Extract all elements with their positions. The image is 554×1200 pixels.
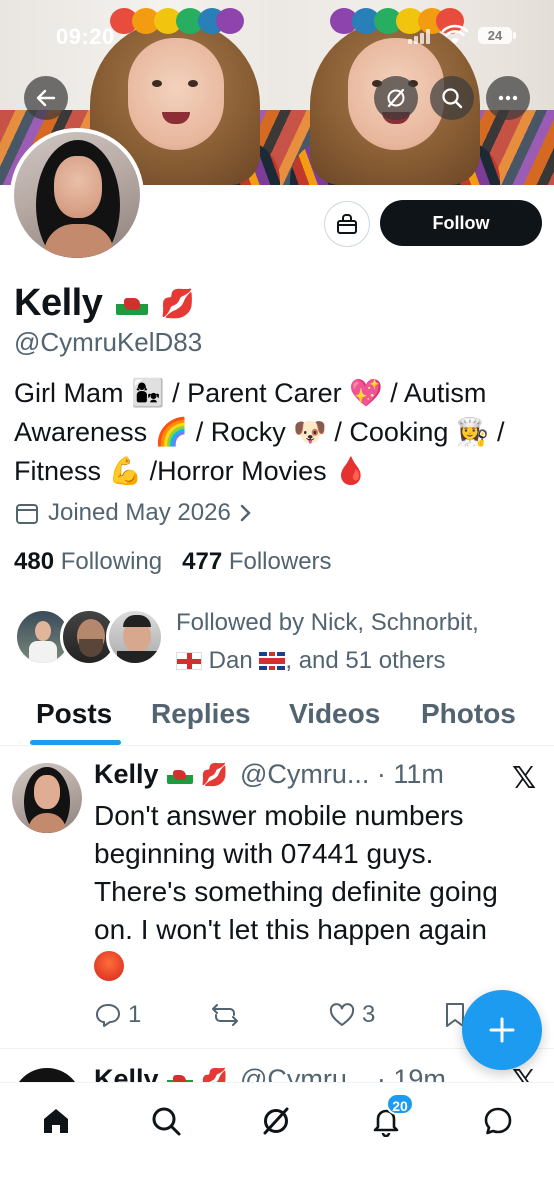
uk-flag-icon bbox=[259, 652, 286, 670]
status-time: 09:20 bbox=[56, 24, 115, 49]
nav-search[interactable] bbox=[144, 1099, 188, 1143]
status-bar: 09:20 24 bbox=[0, 0, 554, 72]
profile-avatar[interactable] bbox=[10, 128, 144, 262]
battery-icon: 24 bbox=[478, 27, 516, 44]
compose-post-button[interactable] bbox=[462, 990, 542, 1070]
search-icon bbox=[152, 1107, 181, 1136]
home-icon bbox=[44, 1109, 68, 1133]
nav-grok[interactable] bbox=[254, 1099, 298, 1143]
followed-by-text: Followed by Nick, Schnorbit, Dan , and 5… bbox=[176, 604, 546, 680]
profile-name: Kelly 💋 bbox=[14, 282, 195, 325]
kiss-icon: 💋 bbox=[160, 288, 195, 319]
calendar-icon bbox=[16, 504, 38, 524]
following-count: 480 bbox=[14, 548, 55, 575]
followers-count: 477 bbox=[182, 548, 223, 575]
bio-line: Fitness 💪 /Horror Movies 🩸 bbox=[14, 456, 368, 486]
tab-photos[interactable]: Photos bbox=[421, 698, 516, 730]
nav-notifications[interactable]: 20 bbox=[364, 1093, 414, 1143]
gift-icon bbox=[337, 214, 357, 234]
more-options-button[interactable] bbox=[486, 76, 530, 120]
wales-flag-icon bbox=[166, 1070, 193, 1082]
like-count: 3 bbox=[362, 1001, 376, 1028]
tweet-avatar[interactable] bbox=[12, 763, 82, 833]
followed-by[interactable]: Followed by Nick, Schnorbit, Dan , and 5… bbox=[14, 604, 544, 676]
grok-button[interactable] bbox=[374, 76, 418, 120]
repost-button[interactable] bbox=[210, 1001, 240, 1029]
bio-line: Awareness 🌈 / Rocky 🐶 / Cooking 👩‍🍳 / bbox=[14, 417, 505, 447]
chevron-right-icon bbox=[240, 504, 251, 522]
followed-by-line1: Followed by Nick, Schnorbit, bbox=[176, 609, 479, 636]
gift-button[interactable] bbox=[324, 201, 370, 247]
notification-badge: 20 bbox=[386, 1093, 414, 1115]
search-button[interactable] bbox=[430, 76, 474, 120]
wales-flag-icon bbox=[116, 292, 149, 315]
follow-button[interactable]: Follow bbox=[380, 200, 542, 246]
active-tab-indicator bbox=[30, 740, 121, 745]
tweet-author-name: Kelly bbox=[94, 1064, 159, 1082]
profile-handle: @CymruKelD83 bbox=[14, 327, 203, 357]
tweet-handle-time: @Cymru... · 11m bbox=[239, 759, 444, 789]
tab-replies[interactable]: Replies bbox=[151, 698, 251, 730]
tweet-handle-time: @Cymru... · 19m bbox=[239, 1064, 446, 1082]
bottom-nav: 20 bbox=[0, 1082, 554, 1200]
wifi-icon bbox=[441, 24, 469, 46]
x-logo-icon: 𝕏 bbox=[512, 762, 537, 795]
nav-home[interactable] bbox=[34, 1099, 78, 1143]
followed-by-dan: Dan bbox=[208, 647, 253, 674]
tweet-avatar bbox=[12, 1068, 82, 1082]
profile-tabs: Posts Replies Videos Photos bbox=[0, 690, 554, 746]
following-label: Following bbox=[60, 548, 163, 575]
like-button[interactable]: 3 bbox=[328, 1001, 375, 1029]
more-dots-icon bbox=[498, 95, 518, 101]
tab-posts[interactable]: Posts bbox=[36, 698, 112, 730]
profile-bio: Girl Mam 👩‍👧 / Parent Carer 💖 / Autism A… bbox=[14, 374, 544, 491]
tweet-line: There's something definite going bbox=[94, 876, 498, 907]
angry-face-icon bbox=[94, 951, 124, 981]
tweet-header: Kelly 💋 @Cymru... · 19m bbox=[94, 1064, 446, 1082]
tweet-line: beginning with 07441 guys. bbox=[94, 838, 434, 869]
reply-icon bbox=[96, 1004, 120, 1027]
tweet-author-name[interactable]: Kelly bbox=[94, 759, 159, 790]
grok-icon bbox=[263, 1107, 289, 1135]
grok-icon bbox=[387, 88, 405, 108]
reply-button[interactable]: 1 bbox=[94, 1001, 141, 1029]
cellular-signal-icon bbox=[408, 28, 434, 44]
nav-messages[interactable] bbox=[476, 1099, 520, 1143]
chat-bubble-icon bbox=[484, 1107, 512, 1135]
kiss-icon: 💋 bbox=[200, 1066, 228, 1083]
wales-flag-icon bbox=[166, 765, 193, 784]
follower-avatar bbox=[106, 608, 164, 666]
tweet-text: Don't answer mobile numbers beginning wi… bbox=[94, 797, 544, 987]
follow-stats: 480 Following 477 Followers bbox=[14, 548, 332, 576]
joined-text: Joined May 2026 bbox=[48, 499, 231, 526]
kiss-icon: 💋 bbox=[200, 761, 228, 787]
tweet-header: Kelly 💋 @Cymru... · 11m bbox=[94, 759, 444, 790]
back-button[interactable] bbox=[24, 76, 68, 120]
followers-link[interactable]: 477 Followers bbox=[182, 548, 331, 575]
tweet-line: Don't answer mobile numbers bbox=[94, 800, 464, 831]
tab-videos[interactable]: Videos bbox=[289, 698, 380, 730]
reply-count: 1 bbox=[128, 1001, 142, 1028]
plus-icon bbox=[489, 1017, 515, 1043]
repost-icon bbox=[212, 1004, 238, 1026]
followers-label: Followers bbox=[228, 548, 332, 575]
joined-date[interactable]: Joined May 2026 bbox=[14, 499, 253, 527]
profile-name-text: Kelly bbox=[14, 282, 103, 324]
following-link[interactable]: 480 Following bbox=[14, 548, 162, 575]
search-icon bbox=[442, 88, 463, 109]
england-flag-icon bbox=[176, 652, 202, 670]
followed-by-rest: , and 51 others bbox=[285, 647, 446, 674]
tweet-line: on. I won't let this happen again bbox=[94, 914, 487, 945]
bio-line: Girl Mam 👩‍👧 / Parent Carer 💖 / Autism bbox=[14, 378, 487, 408]
heart-icon bbox=[329, 1003, 355, 1026]
arrow-left-icon bbox=[36, 89, 56, 107]
